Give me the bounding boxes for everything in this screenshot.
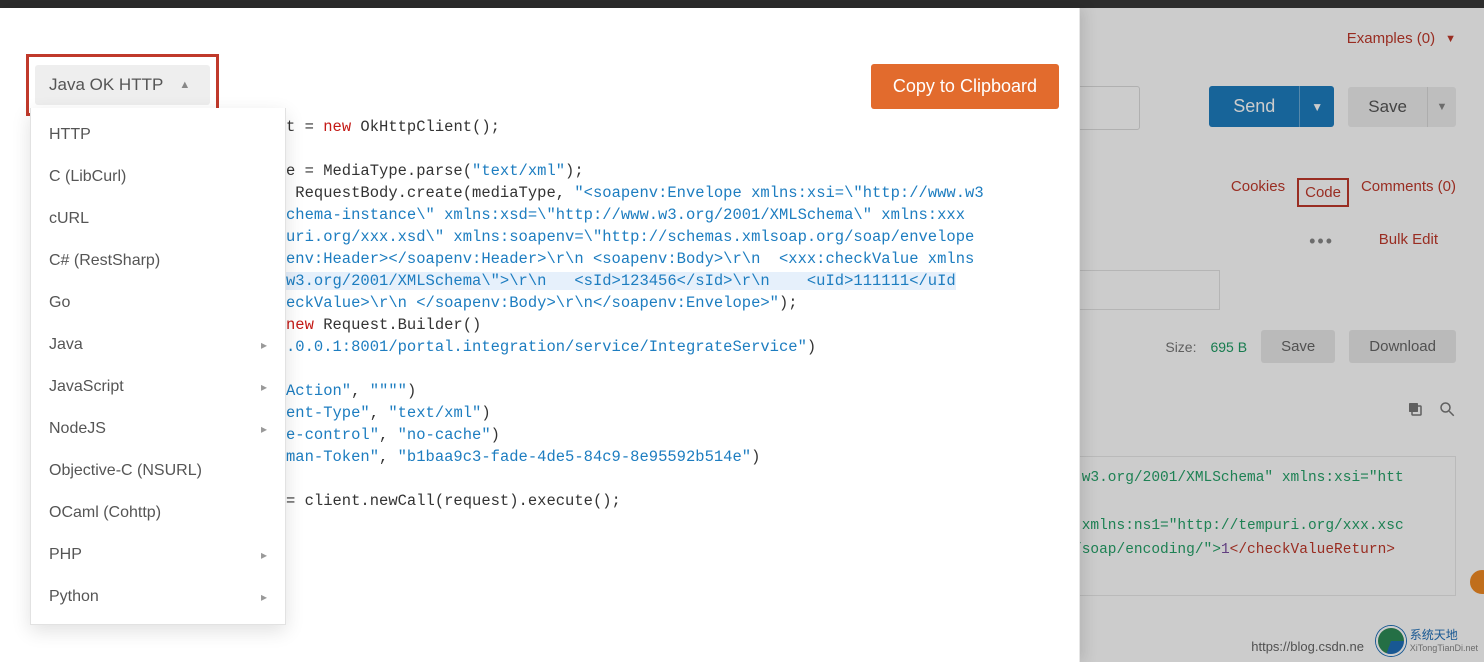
status-url: https://blog.csdn.ne [1251, 639, 1364, 654]
language-menu-item-php[interactable]: PHP▸ [31, 534, 285, 576]
language-selector-label: Java OK HTTP [49, 75, 163, 95]
chevron-right-icon: ▸ [261, 422, 267, 436]
request-panel: Examples (0) ▼ Send ▼ Save ▼ Cookies Cod… [1080, 8, 1484, 662]
feedback-bubble-icon[interactable] [1468, 568, 1484, 596]
caret-down-icon: ▼ [1445, 33, 1456, 45]
language-menu-item-objc[interactable]: Objective-C (NSURL) [31, 450, 285, 492]
description-input[interactable]: tion [1080, 270, 1220, 310]
save-caret-icon[interactable]: ▼ [1428, 101, 1456, 113]
examples-link[interactable]: Examples (0) ▼ [1347, 30, 1456, 47]
language-menu-item-csharp[interactable]: C# (RestSharp) [31, 240, 285, 282]
save-response-button[interactable]: Save [1261, 330, 1335, 363]
language-menu-item-go[interactable]: Go [31, 282, 285, 324]
globe-icon [1376, 626, 1406, 656]
params-header-row: TION ••• Bulk Edit [1080, 223, 1464, 267]
code-snippet-modal: Java OK HTTP ▲ Copy to Clipboard t = new… [0, 8, 1080, 662]
language-menu-item-javascript[interactable]: JavaScript▸ [31, 366, 285, 408]
save-button-label: Save [1348, 87, 1428, 127]
chevron-right-icon: ▸ [261, 590, 267, 604]
chevron-right-icon: ▸ [261, 380, 267, 394]
size-label: Size: [1165, 339, 1196, 355]
send-caret-icon[interactable]: ▼ [1300, 100, 1334, 114]
response-line-2: xmlns:ns1="http://tempuri.org/xxx.xsc [1080, 518, 1404, 534]
response-line-3c: </checkValueReturn> [1230, 542, 1395, 558]
response-toolbar [1406, 400, 1456, 421]
language-selector[interactable]: Java OK HTTP ▲ [35, 65, 210, 105]
response-line-3b: 1 [1221, 542, 1230, 558]
cookies-link[interactable]: Cookies [1231, 178, 1285, 207]
bulk-edit-link[interactable]: Bulk Edit [1379, 231, 1438, 248]
language-menu[interactable]: HTTP C (LibCurl) cURL C# (RestSharp) Go … [30, 108, 286, 625]
save-button[interactable]: Save ▼ [1348, 87, 1456, 127]
more-options-icon[interactable]: ••• [1309, 231, 1334, 252]
download-button[interactable]: Download [1349, 330, 1456, 363]
response-meta-row: Size: 695 B Save Download [1165, 330, 1456, 363]
response-body[interactable]: .w3.org/2001/XMLSchema" xmlns:xsi="htt x… [1080, 456, 1456, 596]
send-button[interactable]: Send ▼ [1209, 86, 1334, 127]
copy-to-clipboard-button[interactable]: Copy to Clipboard [871, 64, 1059, 109]
chevron-right-icon: ▸ [261, 338, 267, 352]
window-top-strip [0, 0, 1484, 8]
chevron-right-icon: ▸ [261, 548, 267, 562]
language-menu-item-http[interactable]: HTTP [31, 114, 285, 156]
request-links-row: Cookies Code Comments (0) [1231, 178, 1456, 207]
language-menu-item-c-libcurl[interactable]: C (LibCurl) [31, 156, 285, 198]
examples-label: Examples (0) [1347, 30, 1435, 47]
send-button-label: Send [1209, 86, 1300, 127]
language-menu-item-nodejs[interactable]: NodeJS▸ [31, 408, 285, 450]
watermark-sub: XiTongTianDi.net [1410, 643, 1478, 653]
copy-icon[interactable] [1406, 400, 1424, 421]
watermark-main: 系统天地 [1410, 629, 1478, 642]
language-menu-item-curl[interactable]: cURL [31, 198, 285, 240]
search-icon[interactable] [1438, 400, 1456, 421]
response-line-1: .w3.org/2001/XMLSchema" xmlns:xsi="htt [1080, 470, 1404, 486]
language-menu-item-python[interactable]: Python▸ [31, 576, 285, 618]
code-link[interactable]: Code [1297, 178, 1349, 207]
response-line-3a: /soap/encoding/"> [1080, 542, 1221, 558]
caret-up-icon: ▲ [179, 79, 190, 91]
comments-link[interactable]: Comments (0) [1361, 178, 1456, 207]
url-input[interactable] [1080, 86, 1140, 130]
language-menu-item-ocaml[interactable]: OCaml (Cohttp) [31, 492, 285, 534]
language-menu-item-java[interactable]: Java▸ [31, 324, 285, 366]
watermark: 系统天地 XiTongTianDi.net [1376, 626, 1478, 656]
language-selector-highlight: Java OK HTTP ▲ [26, 54, 219, 116]
size-value: 695 B [1210, 339, 1247, 355]
